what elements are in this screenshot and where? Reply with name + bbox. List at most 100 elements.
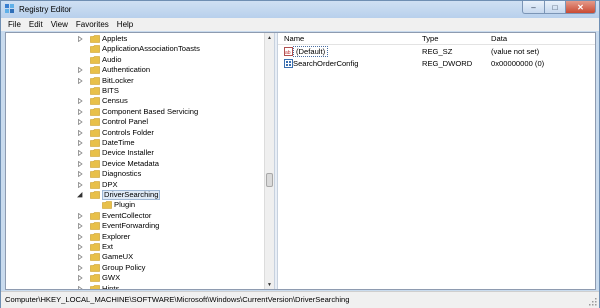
folder-icon bbox=[90, 107, 100, 116]
tree-item-label: Plugin bbox=[114, 200, 136, 210]
key-tree[interactable]: Applets ApplicationAssociationToasts Audio… bbox=[6, 33, 274, 289]
menu-help[interactable]: Help bbox=[113, 19, 137, 30]
expand-arrow-icon[interactable] bbox=[77, 129, 83, 136]
column-type[interactable]: Type bbox=[422, 33, 438, 44]
maximize-button[interactable]: □ bbox=[544, 1, 565, 14]
menu-favorites[interactable]: Favorites bbox=[72, 19, 113, 30]
resize-grip-icon[interactable] bbox=[589, 298, 597, 306]
folder-icon bbox=[90, 263, 100, 272]
expand-arrow-icon[interactable] bbox=[77, 160, 83, 167]
list-row-default[interactable]: ab (Default) REG_SZ (value not set) bbox=[278, 46, 595, 57]
folder-icon bbox=[102, 201, 112, 210]
expand-arrow-icon[interactable] bbox=[77, 98, 83, 105]
value-name: (Default) bbox=[293, 46, 329, 57]
folder-icon bbox=[90, 97, 100, 106]
menu-bar: File Edit View Favorites Help bbox=[1, 18, 599, 31]
svg-text:ab: ab bbox=[285, 50, 291, 56]
menu-view[interactable]: View bbox=[47, 19, 72, 30]
expand-arrow-icon[interactable] bbox=[77, 275, 83, 282]
title-bar[interactable]: Registry Editor – □ ✕ bbox=[1, 1, 599, 18]
tree-item-label: Applets bbox=[102, 34, 128, 43]
tree-item-label: Authentication bbox=[102, 65, 151, 75]
tree-item-label: DateTime bbox=[102, 138, 135, 147]
folder-icon bbox=[90, 128, 100, 137]
folder-icon bbox=[90, 45, 100, 54]
expand-arrow-icon[interactable] bbox=[77, 223, 83, 230]
value-type: REG_DWORD bbox=[422, 59, 473, 68]
folder-icon bbox=[90, 284, 100, 289]
expand-arrow-icon[interactable] bbox=[77, 233, 83, 240]
close-icon: ✕ bbox=[577, 2, 584, 12]
tree-scrollbar[interactable]: ▲ ▼ bbox=[264, 33, 274, 289]
scroll-thumb[interactable] bbox=[266, 173, 273, 187]
window-title: Registry Editor bbox=[19, 5, 72, 14]
expand-arrow-icon[interactable] bbox=[77, 285, 83, 289]
tree-item-label: DPX bbox=[102, 179, 118, 189]
tree-item-label: GWX bbox=[102, 273, 121, 283]
expand-arrow-icon[interactable] bbox=[77, 212, 83, 219]
tree-item-label: Ext bbox=[102, 242, 113, 251]
list-row-searchorderconfig[interactable]: SearchOrderConfig REG_DWORD 0x00000000 (… bbox=[278, 58, 595, 69]
value-data: 0x00000000 (0) bbox=[491, 59, 545, 68]
folder-icon bbox=[90, 274, 100, 282]
menu-file[interactable]: File bbox=[4, 19, 25, 30]
expand-arrow-icon[interactable] bbox=[77, 181, 83, 188]
values-list: Name Type Data ab (Default) REG_SZ (valu… bbox=[278, 33, 595, 289]
minimize-icon: – bbox=[531, 2, 536, 12]
expand-arrow-icon[interactable] bbox=[77, 77, 83, 84]
folder-icon bbox=[90, 253, 100, 262]
expand-arrow-icon[interactable] bbox=[77, 244, 83, 250]
tree-item-label: Device Metadata bbox=[102, 158, 159, 168]
main-content: Applets ApplicationAssociationToasts Audio… bbox=[5, 32, 596, 290]
expand-arrow-icon[interactable] bbox=[77, 119, 83, 126]
folder-icon bbox=[90, 118, 100, 126]
expand-arrow-icon[interactable] bbox=[77, 264, 83, 271]
status-path: Computer\HKEY_LOCAL_MACHINE\SOFTWARE\Mic… bbox=[5, 295, 350, 304]
folder-icon bbox=[90, 180, 100, 189]
expand-arrow-icon[interactable] bbox=[77, 254, 83, 261]
scroll-up-icon[interactable]: ▲ bbox=[265, 33, 274, 42]
maximize-icon: □ bbox=[552, 2, 558, 12]
folder-icon bbox=[90, 222, 100, 230]
registry-editor-window: Registry Editor – □ ✕ File Edit View Fav… bbox=[0, 0, 600, 308]
folder-icon bbox=[90, 149, 100, 158]
column-data[interactable]: Data bbox=[491, 33, 507, 44]
tree-item-label: Controls Folder bbox=[102, 127, 154, 137]
status-bar: Computer\HKEY_LOCAL_MACHINE\SOFTWARE\Mic… bbox=[1, 291, 599, 308]
close-button[interactable]: ✕ bbox=[565, 1, 596, 14]
folder-icon bbox=[90, 87, 100, 95]
tree-item-label: DriverSearching bbox=[102, 190, 161, 200]
expand-arrow-icon[interactable] bbox=[77, 140, 83, 146]
folder-icon bbox=[90, 211, 100, 220]
expand-arrow-icon[interactable] bbox=[77, 108, 83, 115]
tree-item-label: BitLocker bbox=[102, 75, 134, 85]
binary-value-icon bbox=[284, 59, 293, 68]
collapse-arrow-icon[interactable] bbox=[77, 192, 83, 198]
value-name: SearchOrderConfig bbox=[293, 59, 359, 68]
tree-item-label: Device Installer bbox=[102, 148, 154, 158]
tree-item-label: Explorer bbox=[102, 231, 131, 241]
tree-item-label: BITS bbox=[102, 86, 119, 95]
scroll-down-icon[interactable]: ▼ bbox=[265, 280, 274, 289]
folder-icon bbox=[90, 191, 100, 199]
tree-item-label: Component Based Servicing bbox=[102, 106, 199, 116]
value-type: REG_SZ bbox=[422, 47, 453, 56]
folder-icon bbox=[90, 170, 100, 178]
tree-item-label: Census bbox=[102, 96, 128, 106]
tree-item-label: Hints bbox=[102, 283, 120, 289]
minimize-button[interactable]: – bbox=[522, 1, 544, 14]
folder-icon bbox=[90, 232, 100, 241]
folder-icon bbox=[90, 139, 100, 147]
folder-icon bbox=[90, 159, 100, 168]
expand-arrow-icon[interactable] bbox=[77, 150, 83, 157]
tree-item-label: ApplicationAssociationToasts bbox=[102, 44, 200, 54]
menu-edit[interactable]: Edit bbox=[25, 19, 47, 30]
string-value-icon: ab bbox=[284, 47, 293, 56]
folder-icon bbox=[90, 55, 100, 64]
folder-icon bbox=[90, 243, 100, 251]
expand-arrow-icon[interactable] bbox=[77, 36, 83, 42]
tree-item-label: Audio bbox=[102, 54, 122, 64]
column-name[interactable]: Name bbox=[284, 33, 304, 44]
expand-arrow-icon[interactable] bbox=[77, 67, 83, 74]
expand-arrow-icon[interactable] bbox=[77, 171, 83, 178]
